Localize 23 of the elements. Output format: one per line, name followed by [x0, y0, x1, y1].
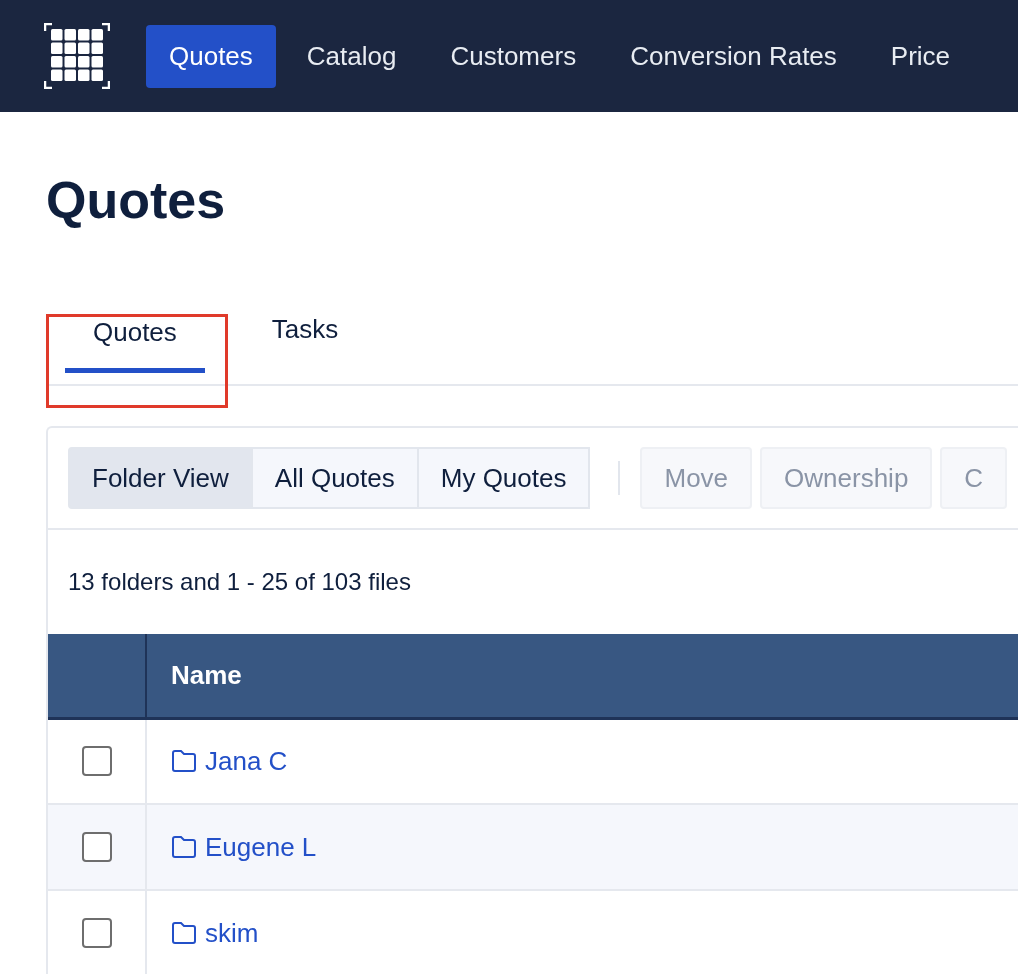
tab[interactable]: Tasks: [227, 314, 383, 384]
folder-link[interactable]: skim: [171, 917, 259, 949]
grid-logo-icon[interactable]: [44, 23, 110, 89]
view-toggle-button[interactable]: Folder View: [68, 447, 253, 509]
results-summary: 13 folders and 1 - 25 of 103 files: [67, 567, 412, 597]
folder-icon: [171, 922, 197, 944]
row-checkbox[interactable]: [81, 918, 112, 948]
page-title: Quotes: [46, 170, 227, 230]
nav-link[interactable]: Conversion Rates: [607, 24, 860, 88]
row-checkbox[interactable]: [81, 746, 112, 777]
view-toggle-button[interactable]: All Quotes: [250, 447, 419, 509]
column-header[interactable]: Name: [146, 634, 1018, 718]
folder-link[interactable]: Jana C: [171, 745, 288, 777]
folder-icon: [171, 836, 197, 858]
view-toggle-button[interactable]: My Quotes: [416, 447, 591, 509]
row-checkbox[interactable]: [81, 832, 112, 862]
folder-icon: [171, 750, 197, 773]
highlighted-tab[interactable]: Quotes: [46, 314, 228, 408]
nav-link[interactable]: Customers: [427, 24, 600, 88]
folder-link[interactable]: Eugene L: [171, 831, 317, 863]
nav-link[interactable]: Catalog: [283, 24, 420, 88]
nav-link[interactable]: Price: [867, 24, 974, 88]
nav-link[interactable]: Quotes: [146, 24, 276, 88]
